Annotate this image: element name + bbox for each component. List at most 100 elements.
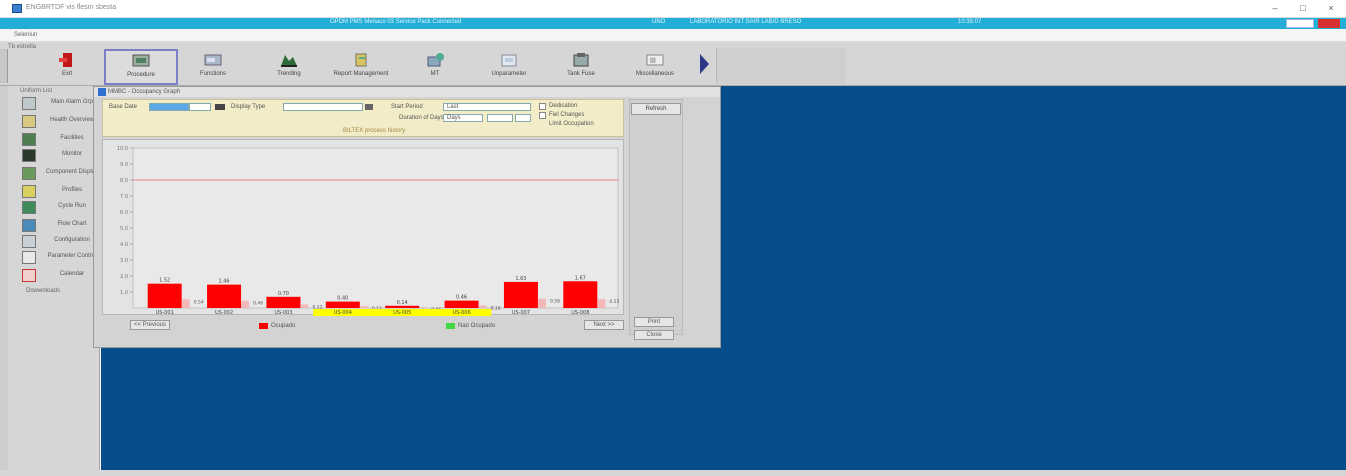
mt-icon [427,53,444,67]
parameter-icon [501,54,517,67]
bar-occupied [444,300,479,308]
display-type-select[interactable] [283,103,363,111]
toolbar-scroll-right-icon[interactable] [700,54,709,74]
y-tick-label: 10.0 [117,146,128,152]
bar-secondary [597,299,606,308]
category-label: US-002 [215,310,233,316]
y-tick-label: 5.0 [120,226,128,232]
menu-bar: Seleniun [0,29,1346,42]
miscellaneous-button[interactable]: lll Miscellaneous [620,49,690,84]
menu-selection[interactable]: Seleniun [14,32,37,38]
legend-label-occupied: Ocupado [271,323,296,329]
refresh-button[interactable]: Refresh [631,103,681,115]
bar-occupied [503,281,538,308]
report-icon [355,53,367,67]
alarm-indicator[interactable] [1318,19,1340,28]
bar-occupied [563,281,598,308]
date-dropdown[interactable] [189,103,211,111]
category-label: US-006 [452,310,470,316]
previous-button[interactable]: << Previous [130,320,170,330]
minimize-button[interactable]: – [1264,2,1286,15]
category-label: US-007 [512,310,530,316]
bar-value-label: 1.67 [575,275,586,281]
mt-button-label: MT [430,71,440,77]
duration-days-field[interactable]: Days [443,114,483,122]
cycle-icon [22,201,36,214]
field-changes-checkbox[interactable] [539,112,546,119]
bar-value-label: 1.46 [218,279,229,285]
duration-value: Days [447,115,461,121]
sidebar-header: Uniform List [20,88,53,94]
bar-occupied [325,301,360,308]
status-location: LABORATORIO INT SAIR LAB/D BRESO [690,19,802,25]
procedure-button[interactable]: Procedure [104,49,178,85]
filter-panel: Base Date Display Type Start Period Last… [102,99,624,137]
filter-caption: BILTEX process history [343,128,406,134]
dialog-icon [98,88,106,96]
dedication-checkbox[interactable] [539,103,546,110]
trending-button[interactable]: Trending [254,49,324,84]
bar-secondary [419,307,428,308]
procedure-button-label: Procedure [127,72,155,78]
app-icon [12,4,22,13]
bar-side-label: 0.16 [491,305,501,311]
sidebar-footer[interactable]: Dowwnloads [26,288,60,294]
window-titlebar: ENGBRTDF vis flesm sbesta – □ × [0,0,1346,18]
category-label: US-004 [334,310,352,316]
mt-button[interactable]: MT [400,49,470,84]
component-icon [22,167,36,180]
bar-value-label: 1.63 [515,276,526,282]
exit-button-label: Exit [61,71,72,77]
category-label: US-005 [393,310,411,316]
report-management-button[interactable]: Report Management [326,49,396,84]
start-period-select[interactable]: Last [443,103,531,111]
bar-value-label: 1.52 [159,278,170,284]
category-label: US-003 [274,310,292,316]
close-window-button[interactable]: × [1320,2,1342,15]
start-period-value: Last [447,104,459,110]
calendar-picker-icon[interactable] [215,104,225,110]
status-bar: OPDM PMS Menaco 03 Service Pack Connecte… [0,18,1346,29]
bar-side-label: 0.58 [550,299,560,305]
unparameter-button-label: Unparameter [491,71,527,77]
maximize-button[interactable]: □ [1292,2,1314,15]
next-button[interactable]: Next >> [584,320,624,330]
bar-secondary [359,306,368,308]
dialog-title: MMBC - Occupancy Graph [108,89,181,95]
duration-unit-field[interactable] [487,114,513,122]
tank-icon [573,53,589,67]
bar-secondary [537,298,546,308]
exit-door-icon [59,53,72,67]
date-field[interactable] [149,103,189,111]
health-icon [22,115,36,128]
tank-fuse-button[interactable]: Tank Fuse [546,49,616,84]
plot-area [132,147,619,309]
config-icon [22,235,36,248]
legend-swatch-occupied [259,323,268,329]
unparameter-button[interactable]: Unparameter [474,49,544,84]
bar-secondary [241,300,250,308]
toolbar-grip[interactable] [0,49,8,83]
window-title: ENGBRTDF vis flesm sbesta [26,4,117,11]
left-edge-strip [0,86,8,472]
bar-occupied [147,283,182,308]
facility-icon [22,133,36,146]
parameter-icon [22,251,36,264]
profile-icon [22,185,36,198]
bar-value-label: 0.70 [278,291,289,297]
bar-side-label: 0.54 [194,299,204,305]
print-button[interactable]: Print [634,317,674,327]
chevron-down-icon[interactable] [365,104,373,110]
functions-button[interactable]: Functions [178,49,248,84]
calendar-icon [22,269,36,282]
functions-icon [204,54,222,66]
duration-spin[interactable] [515,114,531,122]
y-tick-label: 8.0 [120,178,128,184]
bar-occupied [266,296,301,308]
field-changes-label: Fiel Changes [549,112,585,118]
bottom-strip [0,470,1346,476]
y-tick-label: 3.0 [120,258,128,264]
y-tick-label: 4.0 [120,242,128,248]
exit-button[interactable]: Exit [32,49,102,84]
close-button[interactable]: Close [634,330,674,340]
